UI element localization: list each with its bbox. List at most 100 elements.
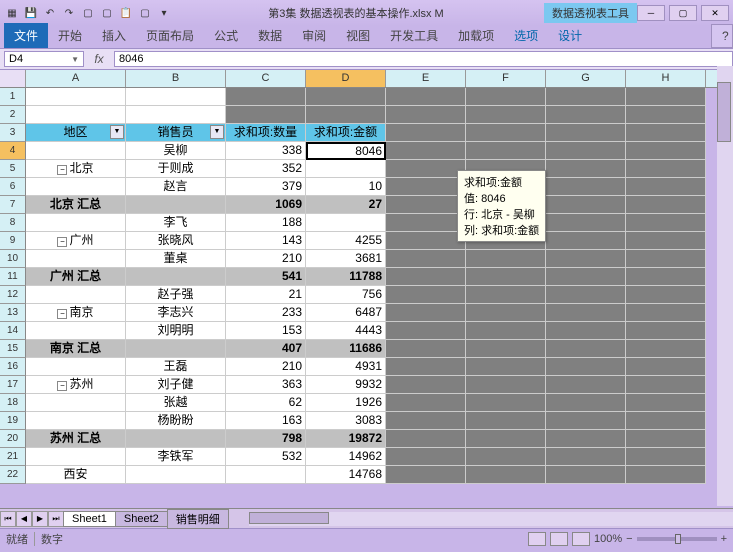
amt-cell[interactable]: 4443 xyxy=(306,322,386,340)
cell[interactable] xyxy=(546,376,626,394)
qty-cell[interactable]: 1069 xyxy=(226,196,306,214)
cell[interactable] xyxy=(626,448,706,466)
cell[interactable] xyxy=(226,88,306,106)
cell[interactable] xyxy=(466,466,546,484)
col-header-F[interactable]: F xyxy=(466,70,546,87)
region-cell[interactable] xyxy=(26,394,126,412)
cell[interactable] xyxy=(386,88,466,106)
cell[interactable] xyxy=(546,142,626,160)
name-box[interactable]: D4▼ xyxy=(4,51,84,67)
region-cell[interactable]: −广州 xyxy=(26,232,126,250)
employee-cell[interactable] xyxy=(126,196,226,214)
amt-cell[interactable] xyxy=(306,160,386,178)
row-header[interactable]: 2 xyxy=(0,106,26,124)
cell[interactable] xyxy=(546,250,626,268)
row-header[interactable]: 7 xyxy=(0,196,26,214)
cell[interactable] xyxy=(386,124,466,142)
row-header[interactable]: 4 xyxy=(0,142,26,160)
undo-icon[interactable]: ↶ xyxy=(42,5,58,21)
sheet-tab[interactable]: Sheet1 xyxy=(63,511,116,527)
cell[interactable] xyxy=(626,196,706,214)
fx-label[interactable]: fx xyxy=(84,52,114,66)
amt-cell[interactable]: 14962 xyxy=(306,448,386,466)
tab-视图[interactable]: 视图 xyxy=(336,23,380,48)
region-cell[interactable]: −北京 xyxy=(26,160,126,178)
row-header[interactable]: 17 xyxy=(0,376,26,394)
cell[interactable] xyxy=(306,88,386,106)
col-header-A[interactable]: A xyxy=(26,70,126,87)
col-header-C[interactable]: C xyxy=(226,70,306,87)
col-header-B[interactable]: B xyxy=(126,70,226,87)
row-header[interactable]: 10 xyxy=(0,250,26,268)
region-cell[interactable] xyxy=(26,142,126,160)
employee-cell[interactable]: 吴柳 xyxy=(126,142,226,160)
cell[interactable] xyxy=(226,106,306,124)
employee-cell[interactable]: 李志兴 xyxy=(126,304,226,322)
qty-cell[interactable]: 143 xyxy=(226,232,306,250)
cell[interactable] xyxy=(626,214,706,232)
cell[interactable] xyxy=(386,196,466,214)
row-header[interactable]: 6 xyxy=(0,178,26,196)
name-box-dropdown-icon[interactable]: ▼ xyxy=(71,55,79,64)
col-header-G[interactable]: G xyxy=(546,70,626,87)
sheet-tab[interactable]: 销售明细 xyxy=(167,509,229,529)
cell[interactable] xyxy=(546,340,626,358)
employee-cell[interactable]: 赵子强 xyxy=(126,286,226,304)
row-header[interactable]: 8 xyxy=(0,214,26,232)
pivot-header[interactable]: 地区▼ xyxy=(26,124,126,142)
cell[interactable] xyxy=(546,448,626,466)
cell[interactable] xyxy=(626,178,706,196)
cell[interactable] xyxy=(626,232,706,250)
pivot-header[interactable]: 求和项:数量 xyxy=(226,124,306,142)
qty-cell[interactable]: 407 xyxy=(226,340,306,358)
cell[interactable] xyxy=(626,394,706,412)
row-header[interactable]: 16 xyxy=(0,358,26,376)
qty-cell[interactable]: 233 xyxy=(226,304,306,322)
cell[interactable] xyxy=(466,322,546,340)
cell[interactable] xyxy=(626,376,706,394)
tab-插入[interactable]: 插入 xyxy=(92,23,136,48)
region-cell[interactable] xyxy=(26,178,126,196)
cell[interactable] xyxy=(466,358,546,376)
cell[interactable] xyxy=(546,124,626,142)
cell[interactable] xyxy=(626,286,706,304)
cell[interactable] xyxy=(626,142,706,160)
region-cell[interactable]: 西安 xyxy=(26,466,126,484)
cell[interactable] xyxy=(546,268,626,286)
cell[interactable] xyxy=(466,142,546,160)
zoom-level[interactable]: 100% xyxy=(594,533,622,545)
employee-cell[interactable]: 刘子健 xyxy=(126,376,226,394)
row-header[interactable]: 21 xyxy=(0,448,26,466)
row-header[interactable]: 20 xyxy=(0,430,26,448)
cell[interactable] xyxy=(466,448,546,466)
select-all-corner[interactable] xyxy=(0,70,26,87)
tab-设计[interactable]: 设计 xyxy=(548,23,592,48)
qty-cell[interactable]: 363 xyxy=(226,376,306,394)
filter-dropdown-icon[interactable]: ▼ xyxy=(210,125,224,139)
region-cell[interactable] xyxy=(26,358,126,376)
cell[interactable] xyxy=(626,466,706,484)
save-icon[interactable]: 💾 xyxy=(23,5,39,21)
cell[interactable] xyxy=(546,430,626,448)
row-header[interactable]: 11 xyxy=(0,268,26,286)
cell[interactable] xyxy=(626,430,706,448)
sheet-nav-last[interactable]: ⏭ xyxy=(48,511,64,527)
employee-cell[interactable]: 张晓风 xyxy=(126,232,226,250)
qty-cell[interactable]: 21 xyxy=(226,286,306,304)
cell[interactable] xyxy=(466,412,546,430)
cell[interactable] xyxy=(126,106,226,124)
cell[interactable] xyxy=(466,88,546,106)
amt-cell[interactable]: 11686 xyxy=(306,340,386,358)
qty-cell[interactable]: 62 xyxy=(226,394,306,412)
amt-cell[interactable]: 4931 xyxy=(306,358,386,376)
cell[interactable] xyxy=(626,106,706,124)
formula-input[interactable]: 8046 xyxy=(114,51,733,67)
cell[interactable] xyxy=(466,286,546,304)
cell[interactable] xyxy=(626,250,706,268)
amt-cell[interactable]: 3681 xyxy=(306,250,386,268)
region-cell[interactable] xyxy=(26,322,126,340)
cell[interactable] xyxy=(466,304,546,322)
employee-cell[interactable]: 杨盼盼 xyxy=(126,412,226,430)
cell[interactable] xyxy=(546,322,626,340)
qty-cell[interactable]: 541 xyxy=(226,268,306,286)
